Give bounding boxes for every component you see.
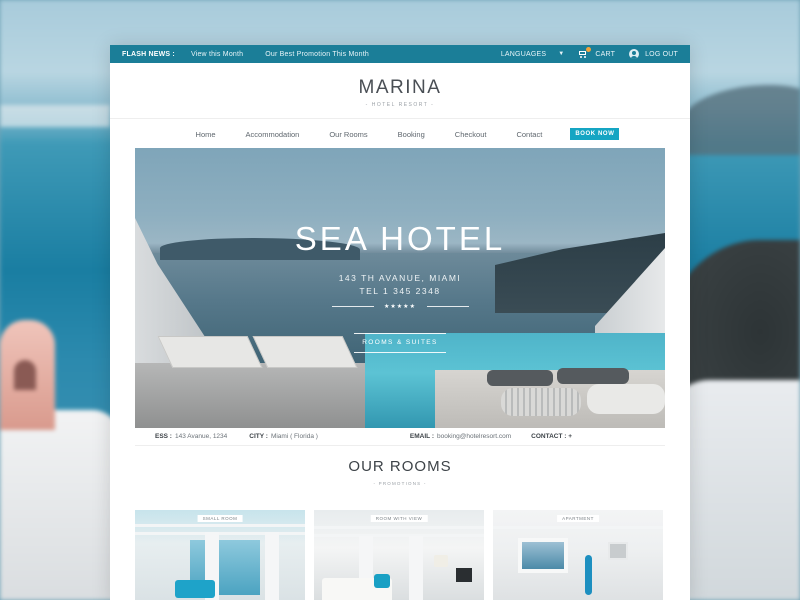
hero-banner: SEA HOTEL 143 TH AVANUE, MIAMI TEL 1 345… (135, 148, 665, 428)
info-address: ESS : 143 Avanue, 1234 (155, 433, 227, 440)
ceiling-beam (135, 524, 305, 527)
hero-title: SEA HOTEL (294, 220, 506, 257)
logout-link[interactable]: LOG OUT (629, 49, 678, 59)
cart-label: CART (595, 50, 616, 58)
languages-dropdown[interactable]: LANGUAGES ▼ (501, 51, 565, 58)
nav-checkout[interactable]: Checkout (455, 130, 487, 139)
info-contact-label: CONTACT : + (531, 433, 573, 440)
hero-star-rating: ★★★★★ (384, 304, 416, 310)
hero-address: 143 TH AVANUE, MIAMI (338, 273, 462, 283)
nav-booking[interactable]: Booking (398, 130, 425, 139)
hero-phone: TEL 1 345 2348 (359, 286, 441, 296)
nav-home[interactable]: Home (196, 130, 216, 139)
flash-link-month[interactable]: View this Month (191, 51, 243, 58)
rooms-suites-button[interactable]: ROOMS & SUITES (354, 333, 446, 353)
nav-our-rooms[interactable]: Our Rooms (329, 130, 367, 139)
flash-news-bar: FLASH NEWS : View this Month Our Best Pr… (110, 45, 690, 63)
contact-info-bar: ESS : 143 Avanue, 1234 CITY : Miami ( Fl… (135, 428, 665, 446)
book-now-button[interactable]: BOOK NOW (570, 128, 620, 140)
logout-label: LOG OUT (645, 50, 678, 58)
flash-news-label: FLASH NEWS : (122, 50, 175, 58)
user-icon (629, 49, 640, 59)
background-mist (0, 105, 110, 127)
room-chair (374, 574, 390, 588)
room-seat (175, 580, 215, 598)
rooms-section-title: OUR ROOMS (348, 458, 452, 475)
info-email-value[interactable]: booking@hotelresort.com (437, 433, 511, 440)
cart-icon (578, 47, 592, 58)
background-bell-tower (0, 320, 55, 430)
room-tag: ROOM WITH VIEW (370, 515, 428, 522)
room-card-room-with-view[interactable]: ROOM WITH VIEW (314, 510, 484, 600)
room-curtain (409, 536, 423, 600)
ceiling-beam (493, 526, 663, 529)
info-address-value: 143 Avanue, 1234 (174, 433, 228, 440)
info-contact: CONTACT : + (531, 433, 575, 440)
ceiling-beam (314, 534, 484, 537)
cart-badge-dot (586, 47, 592, 52)
website-page: FLASH NEWS : View this Month Our Best Pr… (110, 45, 690, 600)
room-window (518, 538, 568, 573)
room-tv (456, 568, 472, 582)
site-logo[interactable]: MARINA - HOTEL RESORT - (110, 63, 690, 119)
cart-link[interactable]: CART (578, 47, 616, 58)
room-tag: APARTMENT (557, 515, 599, 522)
background-island (680, 85, 800, 155)
nav-accommodation[interactable]: Accommodation (246, 130, 300, 139)
ceiling-beam (314, 526, 484, 529)
chevron-down-icon: ▼ (558, 51, 565, 57)
main-nav: Home Accommodation Our Rooms Booking Che… (110, 119, 690, 149)
room-curtain (265, 532, 279, 600)
room-lamp (434, 555, 448, 567)
ceiling-beam (135, 532, 305, 535)
room-vase (585, 555, 592, 595)
room-picture-frame (608, 542, 628, 560)
info-city-value: Miami ( Florida ) (270, 433, 318, 440)
logo-title: MARINA (358, 77, 442, 98)
rooms-section-subtitle: - PROMOTIONS - (373, 481, 427, 486)
nav-contact[interactable]: Contact (516, 130, 542, 139)
info-city-label: CITY : (249, 433, 268, 440)
info-email: EMAIL : booking@hotelresort.com (410, 433, 511, 440)
info-address-label: ESS : (155, 433, 172, 440)
logo-subtitle: - HOTEL RESORT - (365, 102, 435, 108)
room-card-small-room[interactable]: SMALL ROOM (135, 510, 305, 600)
languages-label: LANGUAGES (500, 50, 547, 58)
hero-overlay: SEA HOTEL 143 TH AVANUE, MIAMI TEL 1 345… (135, 148, 665, 428)
room-tag: SMALL ROOM (197, 515, 243, 522)
info-city: CITY : Miami ( Florida ) (249, 433, 318, 440)
flash-link-promotion[interactable]: Our Best Promotion This Month (265, 51, 369, 58)
info-email-label: EMAIL : (409, 433, 434, 440)
room-card-apartment[interactable]: APARTMENT (493, 510, 663, 600)
